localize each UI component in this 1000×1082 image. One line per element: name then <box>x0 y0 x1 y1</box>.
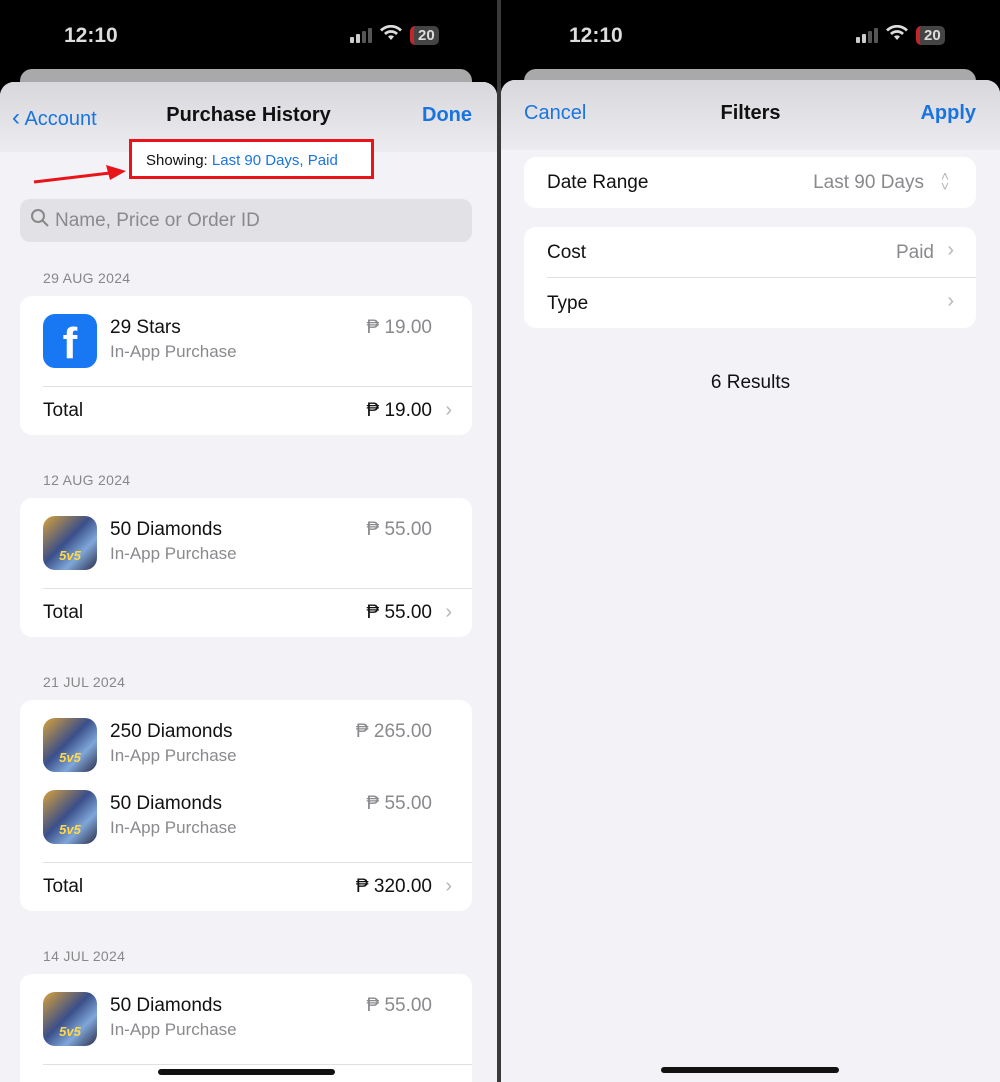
wifi-icon <box>886 24 908 46</box>
battery-icon: 20 <box>916 26 945 45</box>
chevron-right-icon: › <box>445 601 452 623</box>
search-icon <box>30 208 50 233</box>
item-price: ₱ 19.00 <box>366 317 433 338</box>
cost-value: Paid <box>895 242 934 263</box>
section-date: 12 AUG 2024 <box>43 472 131 488</box>
section-date: 29 AUG 2024 <box>43 270 131 286</box>
signal-icon <box>350 28 372 43</box>
type-label: Type <box>547 293 589 314</box>
item-name: 50 Diamonds <box>110 995 222 1016</box>
done-button[interactable]: Done <box>422 104 472 127</box>
divider <box>43 1064 472 1065</box>
item-type: In-App Purchase <box>110 746 237 765</box>
signal-icon <box>856 28 878 43</box>
up-down-chevron-icon: ˄ ˅ <box>940 168 949 194</box>
total-label: Total <box>43 400 84 421</box>
red-arrow-annotation <box>33 165 126 184</box>
battery-icon: 20 <box>410 26 439 45</box>
purchase-card[interactable]: 5v5 250 Diamonds In-App Purchase ₱ 265.0… <box>20 700 472 911</box>
status-icons: 20 <box>856 24 945 46</box>
date-range-row[interactable]: Date Range Last 90 Days ˄ ˅ <box>524 157 976 208</box>
status-icons: 20 <box>350 24 439 46</box>
item-type: In-App Purchase <box>110 1020 237 1039</box>
results-count: 6 Results <box>710 372 791 393</box>
game-icon: 5v5 <box>43 516 97 570</box>
chevron-right-icon: › <box>445 399 452 421</box>
item-name: 50 Diamonds <box>110 793 222 814</box>
filter-options-card: Cost Paid › Type › <box>524 227 976 328</box>
filter-summary-link[interactable]: Last 90 Days, Paid <box>212 152 338 169</box>
total-label: Total <box>43 602 84 623</box>
type-row[interactable]: Type › <box>524 278 976 328</box>
sheet: Cancel Filters Apply Date Range Last 90 … <box>501 80 1000 1082</box>
item-price: ₱ 55.00 <box>366 995 433 1016</box>
item-type: In-App Purchase <box>110 818 237 837</box>
item-type: In-App Purchase <box>110 544 237 563</box>
game-icon: 5v5 <box>43 718 97 772</box>
purchase-history-screen: 12:10 20 ‹ Account Purchase History Done… <box>0 0 497 1082</box>
date-range-label: Date Range <box>547 172 649 193</box>
purchase-item[interactable]: f 29 Stars In-App Purchase ₱ 19.00 <box>43 314 472 368</box>
item-name: 250 Diamonds <box>110 721 233 742</box>
total-value: ₱ 320.00 <box>355 876 432 897</box>
purchase-item[interactable]: 5v5 50 Diamonds In-App Purchase ₱ 55.00 <box>43 516 472 570</box>
cost-label: Cost <box>547 242 587 263</box>
filter-summary-prefix: Showing: <box>146 152 208 169</box>
total-value: ₱ 19.00 <box>366 400 433 421</box>
home-indicator[interactable] <box>158 1069 335 1075</box>
item-price: ₱ 55.00 <box>366 793 433 814</box>
purchase-item[interactable]: 5v5 50 Diamonds In-App Purchase ₱ 55.00 <box>43 790 472 844</box>
wifi-icon <box>380 24 402 46</box>
purchase-item[interactable]: 5v5 50 Diamonds In-App Purchase ₱ 55.00 <box>43 992 472 1046</box>
divider <box>43 588 472 589</box>
total-row[interactable]: Total ₱ 320.00 › <box>43 875 472 900</box>
apply-button[interactable]: Apply <box>920 102 976 125</box>
purchase-card[interactable]: f 29 Stars In-App Purchase ₱ 19.00 Total… <box>20 296 472 435</box>
divider <box>43 386 472 387</box>
section-date: 14 JUL 2024 <box>43 948 126 964</box>
game-icon: 5v5 <box>43 992 97 1046</box>
total-label: Total <box>43 876 84 897</box>
item-price: ₱ 55.00 <box>366 519 433 540</box>
chevron-right-icon: › <box>947 290 954 312</box>
cost-row[interactable]: Cost Paid › <box>524 227 976 277</box>
chevron-right-icon: › <box>947 239 954 261</box>
filter-summary[interactable]: Showing: Last 90 Days, Paid <box>146 152 338 169</box>
game-icon: 5v5 <box>43 790 97 844</box>
search-input[interactable]: Name, Price or Order ID <box>20 199 472 242</box>
facebook-icon: f <box>43 314 97 368</box>
status-time: 12:10 <box>64 24 118 47</box>
total-row[interactable]: Total ₱ 19.00 › <box>43 399 472 424</box>
home-indicator[interactable] <box>661 1067 839 1073</box>
item-name: 29 Stars <box>110 317 181 338</box>
purchase-card[interactable]: 5v5 50 Diamonds In-App Purchase ₱ 55.00 … <box>20 498 472 637</box>
item-type: In-App Purchase <box>110 342 237 361</box>
total-value: ₱ 55.00 <box>366 602 433 623</box>
status-time: 12:10 <box>569 24 623 47</box>
section-date: 21 JUL 2024 <box>43 674 126 690</box>
purchase-item[interactable]: 5v5 250 Diamonds In-App Purchase ₱ 265.0… <box>43 718 472 772</box>
nav-bar: Cancel Filters Apply <box>501 80 1000 150</box>
item-price: ₱ 265.00 <box>355 721 432 742</box>
chevron-right-icon: › <box>445 875 452 897</box>
total-row[interactable]: Total ₱ 55.00 › <box>43 601 472 626</box>
filters-screen: 12:10 20 Cancel Filters Apply Date Range… <box>501 0 1000 1082</box>
date-range-value: Last 90 Days <box>813 172 924 193</box>
sheet: ‹ Account Purchase History Done Showing:… <box>0 82 497 1082</box>
purchase-card[interactable]: 5v5 50 Diamonds In-App Purchase ₱ 55.00 <box>20 974 472 1082</box>
item-name: 50 Diamonds <box>110 519 222 540</box>
divider <box>43 862 472 863</box>
search-placeholder: Name, Price or Order ID <box>55 210 260 231</box>
